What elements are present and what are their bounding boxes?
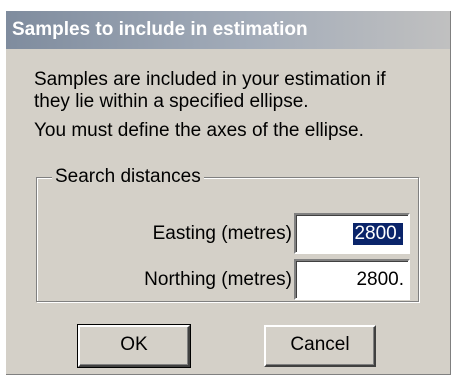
easting-label: Easting (metres)	[152, 223, 292, 244]
samples-dialog: Samples to include in estimation Samples…	[6, 11, 451, 375]
description-line-3: You must define the axes of the ellipse.	[34, 120, 364, 141]
northing-input[interactable]	[294, 259, 410, 300]
easting-value: 2800.	[353, 223, 403, 245]
cancel-button[interactable]: Cancel	[264, 325, 376, 367]
description-line-2: they lie within a specified ellipse.	[34, 91, 309, 112]
northing-label: Northing (metres)	[144, 269, 292, 290]
ok-button[interactable]: OK	[77, 324, 191, 368]
dialog-title: Samples to include in estimation	[6, 11, 450, 49]
search-distances-legend: Search distances	[52, 166, 204, 188]
easting-input[interactable]: 2800.	[294, 213, 410, 254]
description-line-1: Samples are included in your estimation …	[34, 69, 386, 90]
